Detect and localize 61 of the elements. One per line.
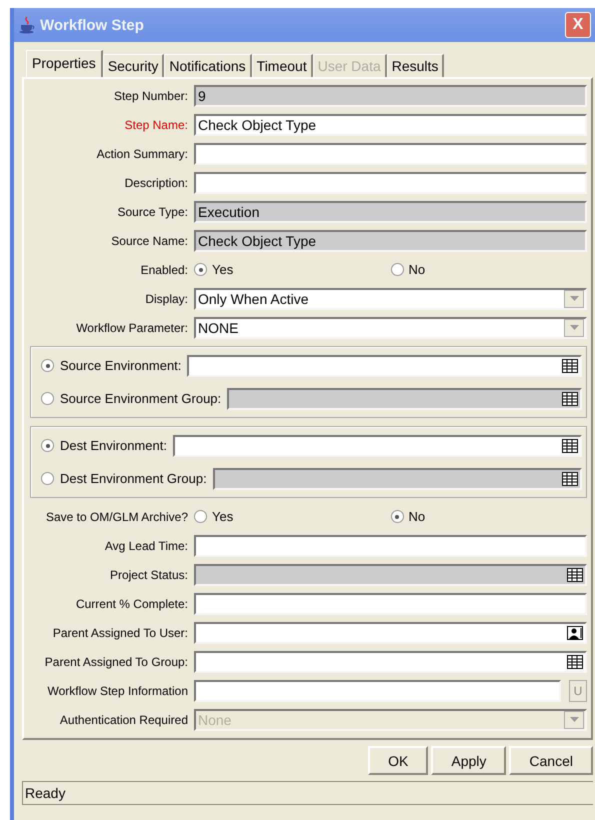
dialog-button[interactable]: Cancel xyxy=(509,746,593,775)
lookup-field[interactable] xyxy=(172,434,582,456)
text-field[interactable] xyxy=(194,142,587,164)
field-label: Parent Assigned To User: xyxy=(52,626,188,640)
field-label: Display: xyxy=(144,292,188,306)
radio-button[interactable] xyxy=(390,510,404,523)
person-icon[interactable] xyxy=(567,626,583,640)
text-field[interactable] xyxy=(194,592,587,614)
lookup-field[interactable] xyxy=(187,354,582,376)
tab[interactable]: Properties xyxy=(26,50,103,77)
text-field[interactable]: Check Object Type xyxy=(194,114,587,136)
option-label: No xyxy=(408,509,426,524)
radio-button[interactable] xyxy=(41,439,54,452)
dropdown[interactable]: Only When Active xyxy=(194,288,587,310)
field-label: Source Environment Group: xyxy=(60,391,222,406)
field-label: Step Number: xyxy=(112,88,188,102)
field-label: Step Name: xyxy=(124,118,188,132)
field-label: Workflow Parameter: xyxy=(75,320,188,334)
field-label: Source Name: xyxy=(110,234,188,248)
field-label: Dest Environment: xyxy=(60,438,167,453)
tab[interactable]: Timeout xyxy=(252,54,313,77)
option-label: No xyxy=(408,262,426,277)
field-label: Save to OM/GLM Archive? xyxy=(44,510,188,524)
radio-button[interactable] xyxy=(390,263,404,276)
table-icon[interactable] xyxy=(562,438,578,452)
tab[interactable]: Security xyxy=(102,54,164,77)
caret-icon xyxy=(570,325,578,330)
lookup-field[interactable] xyxy=(194,650,587,672)
caret-icon xyxy=(570,717,578,722)
table-icon[interactable] xyxy=(562,358,578,372)
field-label: Source Type: xyxy=(116,204,188,218)
field-label: Workflow Step Information xyxy=(46,684,188,698)
dropdown[interactable]: NONE xyxy=(194,316,587,338)
radio-button[interactable] xyxy=(194,263,207,276)
status-bar: Ready xyxy=(22,781,593,805)
lookup-field[interactable] xyxy=(194,622,587,644)
window-title: Workflow Step xyxy=(40,16,144,34)
coffee-cup-icon xyxy=(18,16,36,34)
field-label: Authentication Required xyxy=(58,712,188,726)
field-label: Enabled: xyxy=(140,262,188,276)
option-label: Yes xyxy=(212,262,234,277)
field-label: Dest Environment Group: xyxy=(60,471,207,486)
field-label: Description: xyxy=(124,176,188,190)
field-label: Parent Assigned To Group: xyxy=(44,654,188,668)
tab[interactable]: Notifications xyxy=(164,54,252,77)
table-icon[interactable] xyxy=(567,654,583,668)
text-field[interactable] xyxy=(194,680,561,702)
field-label: Action Summary: xyxy=(96,146,188,160)
option-label: Yes xyxy=(212,509,234,524)
radio-button[interactable] xyxy=(41,359,54,372)
field-label: Current % Complete: xyxy=(74,596,188,610)
dialog-button[interactable]: Apply xyxy=(431,746,506,775)
text-field[interactable] xyxy=(194,534,587,556)
caret-icon xyxy=(570,296,578,301)
field-label: Project Status: xyxy=(108,568,188,582)
radio-button[interactable] xyxy=(194,510,207,523)
field-label: Avg Lead Time: xyxy=(104,538,188,552)
text-field[interactable] xyxy=(194,172,587,194)
tab[interactable]: Results xyxy=(386,54,444,77)
field-label: Source Environment: xyxy=(60,358,182,373)
dialog-button[interactable]: OK xyxy=(368,746,428,775)
